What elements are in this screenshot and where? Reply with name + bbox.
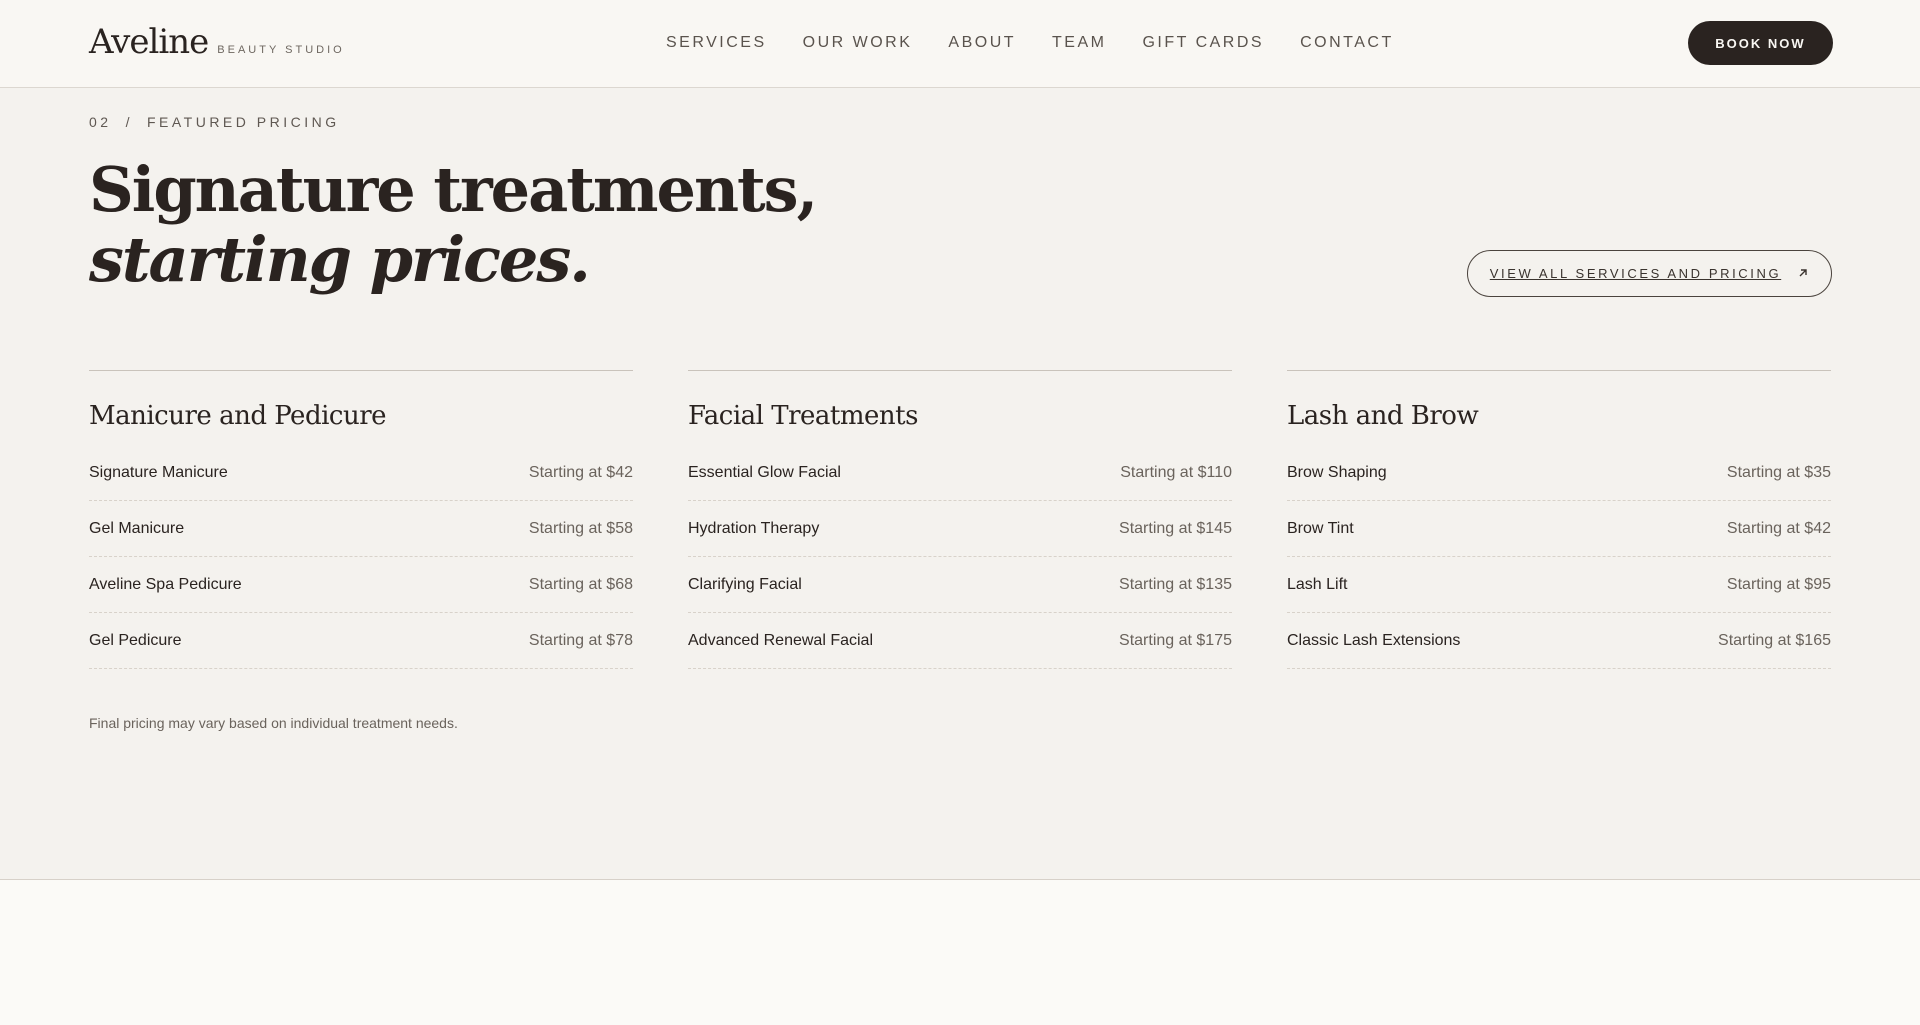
title-line-1: Signature treatments, [89,153,818,226]
service-name: Brow Shaping [1287,463,1387,481]
logo[interactable]: Aveline BEAUTY STUDIO [89,22,345,62]
service-price: Starting at $68 [528,575,633,593]
pricing-disclaimer: Final pricing may vary based on individu… [89,715,458,731]
book-now-button[interactable]: BOOK NOW [1688,21,1833,65]
category-title: Lash and Brow [1287,401,1479,431]
service-name: Gel Pedicure [89,631,182,649]
service-name: Brow Tint [1287,519,1354,537]
next-section-band [0,879,1920,1025]
category-facial-treatments: Facial Treatments Essential Glow Facial … [688,370,1232,669]
nav-team[interactable]: TEAM [1052,34,1106,52]
view-all-label: VIEW ALL SERVICES AND PRICING [1489,266,1782,281]
service-name: Lash Lift [1287,575,1348,593]
nav-about[interactable]: ABOUT [948,34,1016,52]
service-price: Starting at $42 [1726,519,1831,537]
category-lash-brow: Lash and Brow Brow Shaping Starting at $… [1287,370,1831,669]
price-row[interactable]: Classic Lash Extensions Starting at $165 [1287,613,1831,669]
main-nav: SERVICES OUR WORK ABOUT TEAM GIFT CARDS … [666,34,1394,52]
service-price: Starting at $95 [1726,575,1831,593]
price-row[interactable]: Signature Manicure Starting at $42 [89,445,633,501]
site-header: Aveline BEAUTY STUDIO SERVICES OUR WORK … [0,0,1920,88]
section-eyebrow: 02 / FEATURED PRICING [89,114,340,130]
service-price: Starting at $42 [528,463,633,481]
page-title: Signature treatments, starting prices. [89,153,818,296]
service-name: Clarifying Facial [688,575,802,593]
service-name: Essential Glow Facial [688,463,841,481]
title-line-2: starting prices. [89,223,591,296]
service-name: Classic Lash Extensions [1287,631,1461,649]
pricing-columns: Manicure and Pedicure Signature Manicure… [89,370,1833,669]
category-title: Manicure and Pedicure [89,401,387,431]
service-name: Signature Manicure [89,463,228,481]
eyebrow-label: FEATURED PRICING [146,114,340,130]
service-price: Starting at $35 [1726,463,1831,481]
price-row[interactable]: Clarifying Facial Starting at $135 [688,557,1232,613]
category-title: Facial Treatments [688,401,918,431]
service-name: Hydration Therapy [688,519,820,537]
section-number: 02 [89,114,112,130]
price-row[interactable]: Essential Glow Facial Starting at $110 [688,445,1232,501]
price-row[interactable]: Advanced Renewal Facial Starting at $175 [688,613,1232,669]
eyebrow-separator: / [125,114,133,130]
price-row[interactable]: Gel Manicure Starting at $58 [89,501,633,557]
service-price: Starting at $78 [528,631,633,649]
logo-subtitle: BEAUTY STUDIO [217,44,345,56]
service-name: Aveline Spa Pedicure [89,575,242,593]
nav-gift-cards[interactable]: GIFT CARDS [1142,34,1264,52]
price-row[interactable]: Hydration Therapy Starting at $145 [688,501,1232,557]
price-row[interactable]: Brow Tint Starting at $42 [1287,501,1831,557]
arrow-up-right-icon [1797,266,1809,282]
service-price: Starting at $165 [1718,631,1831,649]
service-price: Starting at $110 [1120,463,1232,481]
nav-contact[interactable]: CONTACT [1300,34,1394,52]
price-row[interactable]: Lash Lift Starting at $95 [1287,557,1831,613]
service-price: Starting at $145 [1119,519,1232,537]
service-price: Starting at $175 [1119,631,1232,649]
service-price: Starting at $58 [528,519,633,537]
logo-name: Aveline [89,22,209,62]
price-row[interactable]: Gel Pedicure Starting at $78 [89,613,633,669]
service-price: Starting at $135 [1119,575,1232,593]
category-manicure-pedicure: Manicure and Pedicure Signature Manicure… [89,370,633,669]
nav-services[interactable]: SERVICES [666,34,767,52]
view-all-services-button[interactable]: VIEW ALL SERVICES AND PRICING [1467,250,1832,297]
service-name: Advanced Renewal Facial [688,631,873,649]
nav-our-work[interactable]: OUR WORK [803,34,913,52]
price-row[interactable]: Aveline Spa Pedicure Starting at $68 [89,557,633,613]
price-row[interactable]: Brow Shaping Starting at $35 [1287,445,1831,501]
service-name: Gel Manicure [89,519,185,537]
